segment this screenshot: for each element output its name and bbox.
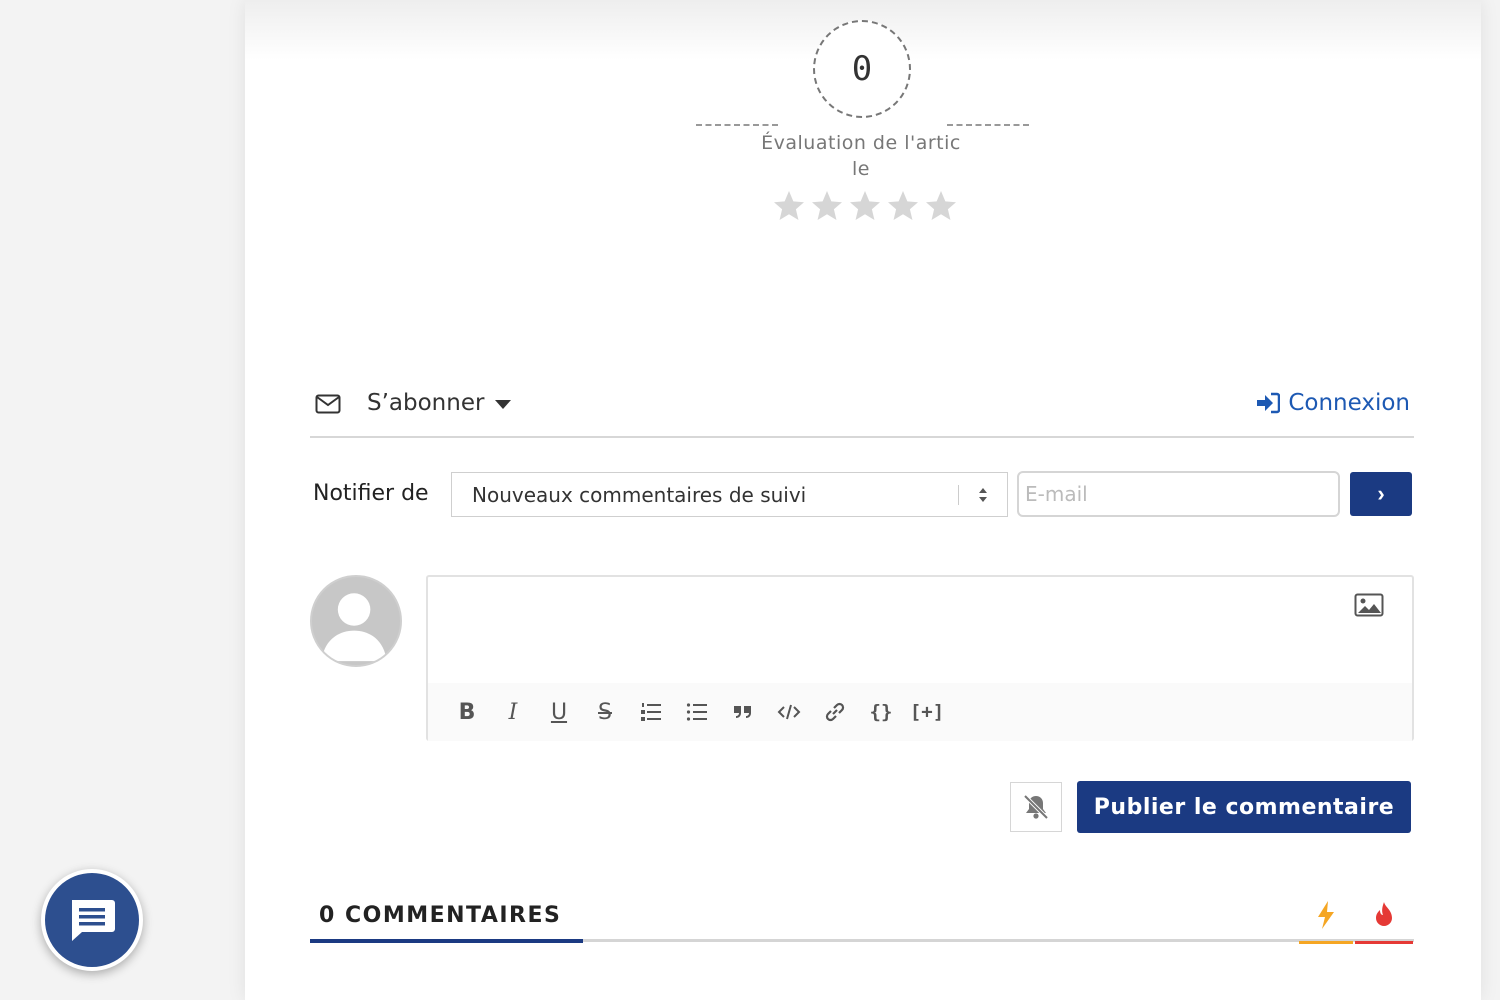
- bullet-list-icon: [686, 703, 707, 721]
- star-icon[interactable]: [885, 188, 921, 224]
- divider: [947, 124, 1029, 126]
- link-icon: [825, 702, 845, 722]
- star-icon[interactable]: [771, 188, 807, 224]
- comments-section: 0 Évaluation de l'article S’abonner Conn…: [245, 0, 1481, 1000]
- caret-down-icon[interactable]: [495, 400, 511, 409]
- chat-bubble-icon: [72, 900, 115, 941]
- comment-textarea[interactable]: [428, 577, 1412, 683]
- select-divider: [958, 485, 959, 505]
- ordered-list-button[interactable]: [628, 697, 674, 727]
- mute-notifications-button[interactable]: [1010, 782, 1062, 832]
- rating-stars[interactable]: [771, 188, 959, 224]
- quote-button[interactable]: [720, 697, 766, 727]
- fire-icon: [1376, 902, 1392, 926]
- editor-toolbar: B I U S {} [+]: [428, 683, 1412, 741]
- code-button[interactable]: [766, 697, 812, 727]
- image-upload-icon[interactable]: [1354, 593, 1384, 617]
- notify-select[interactable]: Nouveaux commentaires de suivi: [451, 472, 1008, 517]
- bold-button[interactable]: B: [444, 697, 490, 727]
- quote-icon: [734, 706, 751, 718]
- envelope-icon: [315, 394, 341, 414]
- rating-score: 0: [813, 20, 911, 118]
- email-submit-button[interactable]: ›: [1350, 472, 1412, 516]
- link-button[interactable]: [812, 697, 858, 727]
- star-icon[interactable]: [847, 188, 883, 224]
- notify-selected-option: Nouveaux commentaires de suivi: [472, 482, 807, 507]
- avatar: [310, 575, 402, 667]
- star-icon[interactable]: [809, 188, 845, 224]
- code-block-button[interactable]: {}: [858, 697, 904, 727]
- bullet-list-button[interactable]: [674, 697, 720, 727]
- subscribe-dropdown[interactable]: S’abonner: [367, 390, 484, 416]
- bolt-icon: [1318, 901, 1334, 929]
- strike-button[interactable]: S: [582, 697, 628, 727]
- comments-count-title: 0 COMMENTAIRES: [319, 903, 562, 928]
- italic-button[interactable]: I: [490, 697, 536, 727]
- divider: [696, 124, 778, 126]
- user-silhouette-icon: [321, 593, 387, 662]
- publish-comment-button[interactable]: Publier le commentaire: [1077, 781, 1411, 833]
- sort-newest-tab[interactable]: [1299, 900, 1353, 944]
- comments-divider-active: [310, 939, 583, 943]
- code-icon: [777, 704, 801, 720]
- underline-button[interactable]: U: [536, 697, 582, 727]
- rating-label: Évaluation de l'article: [761, 132, 961, 180]
- bell-off-icon: [1023, 794, 1049, 820]
- spoiler-button[interactable]: [+]: [904, 697, 950, 727]
- notify-label: Notifier de: [313, 481, 429, 506]
- login-link[interactable]: Connexion: [1256, 390, 1410, 416]
- email-input[interactable]: [1017, 471, 1340, 517]
- sort-hottest-tab[interactable]: [1355, 900, 1413, 944]
- comment-editor[interactable]: B I U S {} [+]: [426, 575, 1414, 741]
- ordered-list-icon: [641, 703, 661, 721]
- subscribe-bar: S’abonner Connexion: [310, 384, 1414, 438]
- login-label[interactable]: Connexion: [1288, 390, 1410, 416]
- star-icon[interactable]: [923, 188, 959, 224]
- select-arrows-icon: [979, 488, 987, 502]
- chat-button[interactable]: [41, 869, 143, 971]
- sign-in-icon: [1257, 392, 1281, 414]
